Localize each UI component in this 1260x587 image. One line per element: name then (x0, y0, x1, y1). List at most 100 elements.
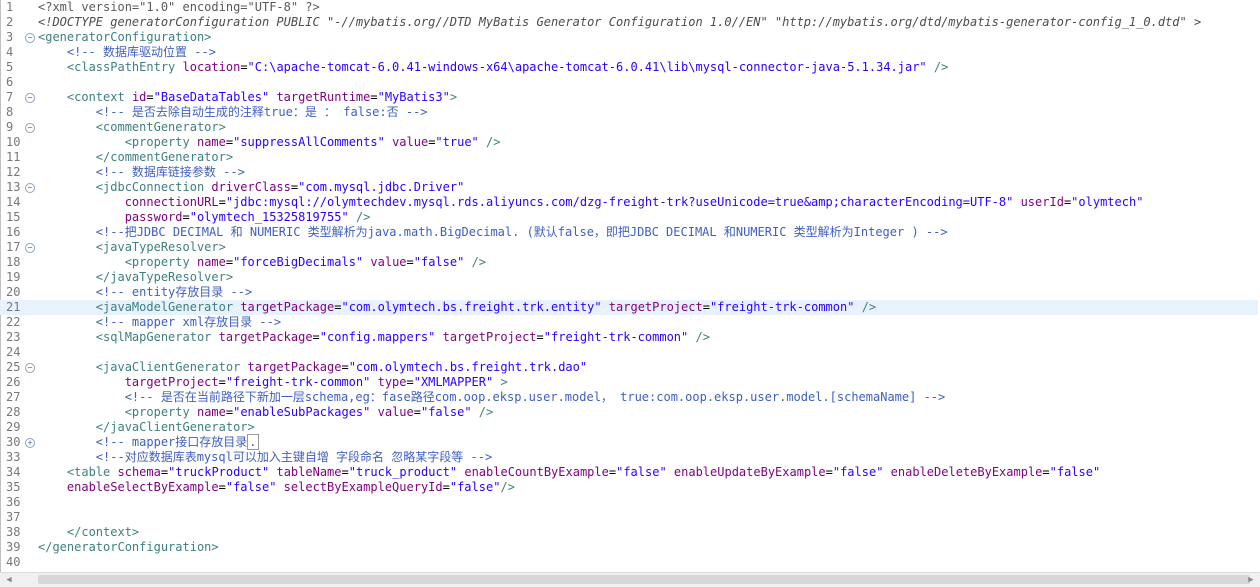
code-line[interactable]: 6 (0, 75, 1258, 90)
line-number: 35 (6, 480, 21, 494)
code-line[interactable]: 8 <!-- 是否去除自动生成的注释true：是 ： false:否 --> (0, 105, 1258, 120)
code-line[interactable]: 28 <property name = "enableSubPackages" va… (0, 405, 1258, 420)
code-line[interactable]: 29 </javaClientGenerator> (0, 420, 1258, 435)
code-punctuation (464, 255, 471, 269)
code-text: <!-- 数据库链接参数 --> (38, 165, 245, 180)
code-line[interactable]: 22 <!-- mapper xml存放目录 --> (0, 315, 1258, 330)
code-line[interactable]: 4 <!-- 数据库驱动位置 --> (0, 45, 1258, 60)
code-punctuation: = (406, 255, 414, 269)
code-line[interactable]: 35 enableSelectByExample="false" selectB… (0, 480, 1258, 495)
xml-tag: </generatorConfiguration> (38, 540, 219, 554)
code-line[interactable]: 27 <!-- 是否在当前路径下新加一层schema,eg：fase路径com.… (0, 390, 1258, 405)
code-line[interactable]: 16 <!--把JDBC DECIMAL 和 NUMERIC 类型解析为java… (0, 225, 1258, 240)
code-text: connectionURL="jdbc:mysql://olymtechdev.… (38, 195, 1144, 210)
xml-attribute-value: "false" (449, 480, 501, 494)
code-editor[interactable]: 1 <?xml version="1.0" encoding="UTF-8" ?>… (0, 0, 1260, 572)
fold-collapse-icon[interactable]: − (25, 93, 35, 103)
xml-tag: <commentGenerator> (95, 120, 226, 134)
code-line[interactable]: 10 <property name="suppressAllComments" … (0, 135, 1258, 150)
xml-attribute-name: targetProject (124, 375, 219, 389)
fold-collapse-icon[interactable]: − (25, 363, 35, 373)
code-text: <?xml version="1.0" encoding="UTF-8" ?> (38, 0, 320, 15)
code-line[interactable]: 19 </javaTypeResolver> (0, 270, 1258, 285)
code-line[interactable]: 9− <commentGenerator> (0, 120, 1258, 135)
xml-attribute-name: targetRuntime (276, 90, 371, 104)
code-punctuation (190, 255, 197, 269)
fold-collapse-icon[interactable]: − (25, 123, 35, 133)
code-text: <jdbcConnection driverClass="com.mysql.j… (38, 180, 465, 195)
xml-attribute-value: "com.olymtech.bs.freight.trk.entity" (341, 300, 602, 314)
folded-region-marker[interactable]: . (247, 434, 259, 450)
xml-attribute-value: "com.olymtech.bs.freight.trk.dao" (348, 360, 588, 374)
xml-attribute-value: "freight-trk-common" (225, 375, 371, 389)
code-line[interactable]: 36 (0, 495, 1258, 510)
line-number: 1 (6, 0, 14, 14)
code-text: <table schema="truckProduct" tableName="… (38, 465, 1100, 480)
code-line[interactable]: 40 (0, 555, 1258, 570)
fold-collapse-icon[interactable]: − (25, 243, 35, 253)
code-line[interactable]: 30 + <!-- mapper接口存放目录. (0, 434, 1258, 450)
code-line[interactable]: 15 password="olymtech_15325819755" /> (0, 210, 1258, 225)
code-line[interactable]: 34 <table schema="truckProduct" tableNam… (0, 465, 1258, 480)
xml-comment: <!--对应数据库表mysql可以加入主键自增 字段命名 忽略某字段等 --> (95, 450, 493, 464)
line-number: 14 (6, 195, 21, 209)
code-line[interactable]: 33 <!--对应数据库表mysql可以加入主键自增 字段命名 忽略某字段等 -… (0, 450, 1258, 465)
code-line[interactable]: 25− <javaClientGenerator targetPackage="… (0, 360, 1258, 375)
line-number: 40 (6, 555, 21, 569)
code-line[interactable]: 14 connectionURL="jdbc:mysql://olymtechd… (0, 195, 1258, 210)
code-line[interactable]: 38 </context> (0, 525, 1258, 540)
horizontal-scrollbar[interactable]: ◀ ▶ (0, 572, 1260, 587)
code-line[interactable]: 39 </generatorConfiguration> (0, 540, 1258, 555)
line-number: 29 (6, 420, 21, 434)
line-number: 36 (6, 495, 21, 509)
code-line[interactable]: 2 <!DOCTYPE generatorConfiguration PUBLIC… (0, 15, 1258, 30)
code-line[interactable]: 1 <?xml version="1.0" encoding="UTF-8" ?> (0, 0, 1258, 15)
fold-expand-icon[interactable]: + (25, 438, 35, 448)
code-punctuation (688, 330, 695, 344)
xml-attribute-name: id (131, 90, 147, 104)
line-number: 4 (6, 45, 14, 59)
scroll-right-arrow-icon[interactable]: ▶ (1244, 573, 1258, 587)
xml-attribute-name: enableDeleteByExample (890, 465, 1043, 479)
xml-attribute-name: tableName (276, 465, 342, 479)
code-punctuation: = (608, 465, 617, 479)
fold-collapse-icon[interactable]: − (25, 183, 35, 193)
code-line[interactable]: 37 (0, 510, 1258, 525)
xml-tag: <property (124, 135, 190, 149)
code-line[interactable]: 7− <context id="BaseDataTables" targetRu… (0, 90, 1258, 105)
code-punctuation (472, 405, 479, 419)
code-line[interactable]: 17− <javaTypeResolver> (0, 240, 1258, 255)
code-punctuation (435, 330, 442, 344)
code-text: <classPathEntry location="C:\apache-tomc… (38, 60, 948, 75)
code-text: targetProject="freight-trk-common" type=… (38, 375, 508, 390)
code-line[interactable]: 13− <jdbcConnection driverClass="com.mys… (0, 180, 1258, 195)
code-line[interactable]: 11 </commentGenerator> (0, 150, 1258, 165)
code-line[interactable]: 12 <!-- 数据库链接参数 --> (0, 165, 1258, 180)
code-line[interactable]: 3− <generatorConfiguration> (0, 30, 1258, 45)
code-punctuation: = (218, 480, 226, 494)
code-line[interactable]: 24 (0, 345, 1258, 360)
code-line[interactable]: 26 targetProject="freight-trk-common" ty… (0, 375, 1258, 390)
xml-tag: /> (500, 480, 515, 494)
code-punctuation: = (702, 300, 710, 314)
xml-attribute-name: enableUpdateByExample (673, 465, 826, 479)
code-line[interactable]: 20 <!-- entity存放目录 --> (0, 285, 1258, 300)
scroll-left-arrow-icon[interactable]: ◀ (2, 573, 16, 587)
code-line[interactable]: 5 <classPathEntry location="C:\apache-to… (0, 60, 1258, 75)
xml-attribute-value: "XMLMAPPER" (413, 375, 494, 389)
xml-attribute-value: "olymtech" (1071, 195, 1144, 209)
code-punctuation: = (182, 210, 190, 224)
xml-tag: <generatorConfiguration> (38, 30, 212, 44)
line-number: 6 (6, 75, 14, 89)
code-line[interactable]: 21 <javaModelGenerator targetPackage = "co… (0, 300, 1258, 315)
code-line[interactable]: 18 <property name = "forceBigDecimals" val… (0, 255, 1258, 270)
code-line[interactable]: 23 <sqlMapGenerator targetPackage="confi… (0, 330, 1258, 345)
fold-collapse-icon[interactable]: − (25, 33, 35, 43)
scrollbar-thumb[interactable] (38, 575, 1250, 584)
code-punctuation (370, 375, 377, 389)
